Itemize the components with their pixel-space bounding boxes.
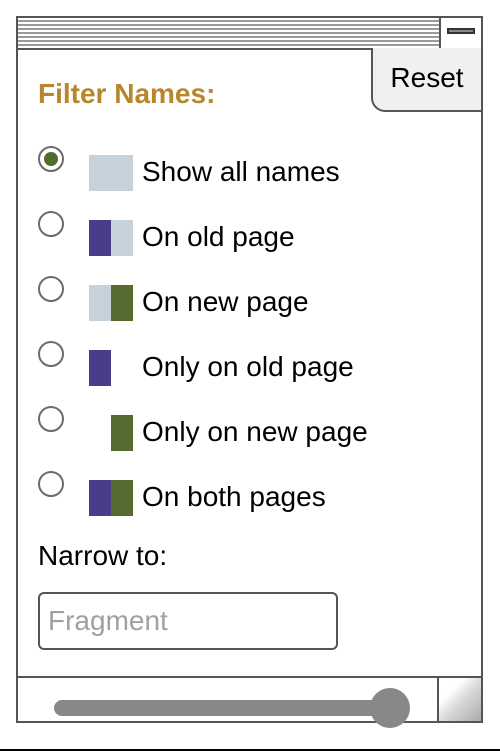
swatch-segment [89, 155, 111, 191]
minimize-icon [447, 28, 475, 34]
reset-button[interactable]: Reset [371, 48, 483, 112]
swatch-segment [111, 155, 133, 191]
radio-on-old-page[interactable] [38, 211, 64, 237]
minimize-button[interactable] [439, 18, 481, 48]
option-on-new-page[interactable]: On new page [38, 276, 458, 321]
slider-track[interactable] [54, 700, 392, 716]
swatch-segment [89, 350, 111, 386]
swatch-on-old-page [89, 220, 133, 256]
radio-on-new-page[interactable] [38, 276, 64, 302]
swatch-on-both-pages [89, 480, 133, 516]
swatch-segment [89, 220, 111, 256]
option-label-only-on-new-page: Only on new page [142, 416, 368, 447]
swatch-segment [89, 285, 111, 321]
radio-on-both-pages[interactable] [38, 471, 64, 497]
narrow-to-label: Narrow to: [38, 540, 168, 571]
option-label-only-on-old-page: Only on old page [142, 351, 354, 382]
option-on-old-page[interactable]: On old page [38, 211, 458, 256]
filter-names-heading: Filter Names: [38, 78, 216, 109]
option-label-show-all-names: Show all names [142, 156, 340, 187]
swatch-segment [111, 285, 133, 321]
option-label-on-new-page: On new page [142, 286, 309, 317]
resize-grip-icon[interactable] [437, 678, 481, 721]
swatch-segment [111, 415, 133, 451]
bottom-divider [18, 676, 481, 678]
option-label-on-old-page: On old page [142, 221, 295, 252]
option-show-all-names[interactable]: Show all names [38, 146, 458, 191]
swatch-segment [111, 220, 133, 256]
option-label-on-both-pages: On both pages [142, 481, 326, 512]
slider-thumb[interactable] [370, 688, 410, 728]
title-bar[interactable] [18, 18, 481, 50]
filter-window: Reset Filter Names: Show all names On ol… [16, 16, 483, 728]
option-only-on-new-page[interactable]: Only on new page [38, 406, 458, 451]
page-bottom-line [0, 749, 500, 751]
option-on-both-pages[interactable]: On both pages [38, 471, 458, 516]
swatch-only-on-old-page [89, 350, 133, 386]
fragment-input[interactable] [38, 592, 338, 650]
radio-show-all-names[interactable] [38, 146, 64, 172]
swatch-only-on-new-page [89, 415, 133, 451]
swatch-segment [89, 480, 111, 516]
radio-only-on-new-page[interactable] [38, 406, 64, 432]
swatch-show-all-names [89, 155, 133, 191]
radio-only-on-old-page[interactable] [38, 341, 64, 367]
option-only-on-old-page[interactable]: Only on old page [38, 341, 458, 386]
swatch-segment [111, 480, 133, 516]
swatch-on-new-page [89, 285, 133, 321]
